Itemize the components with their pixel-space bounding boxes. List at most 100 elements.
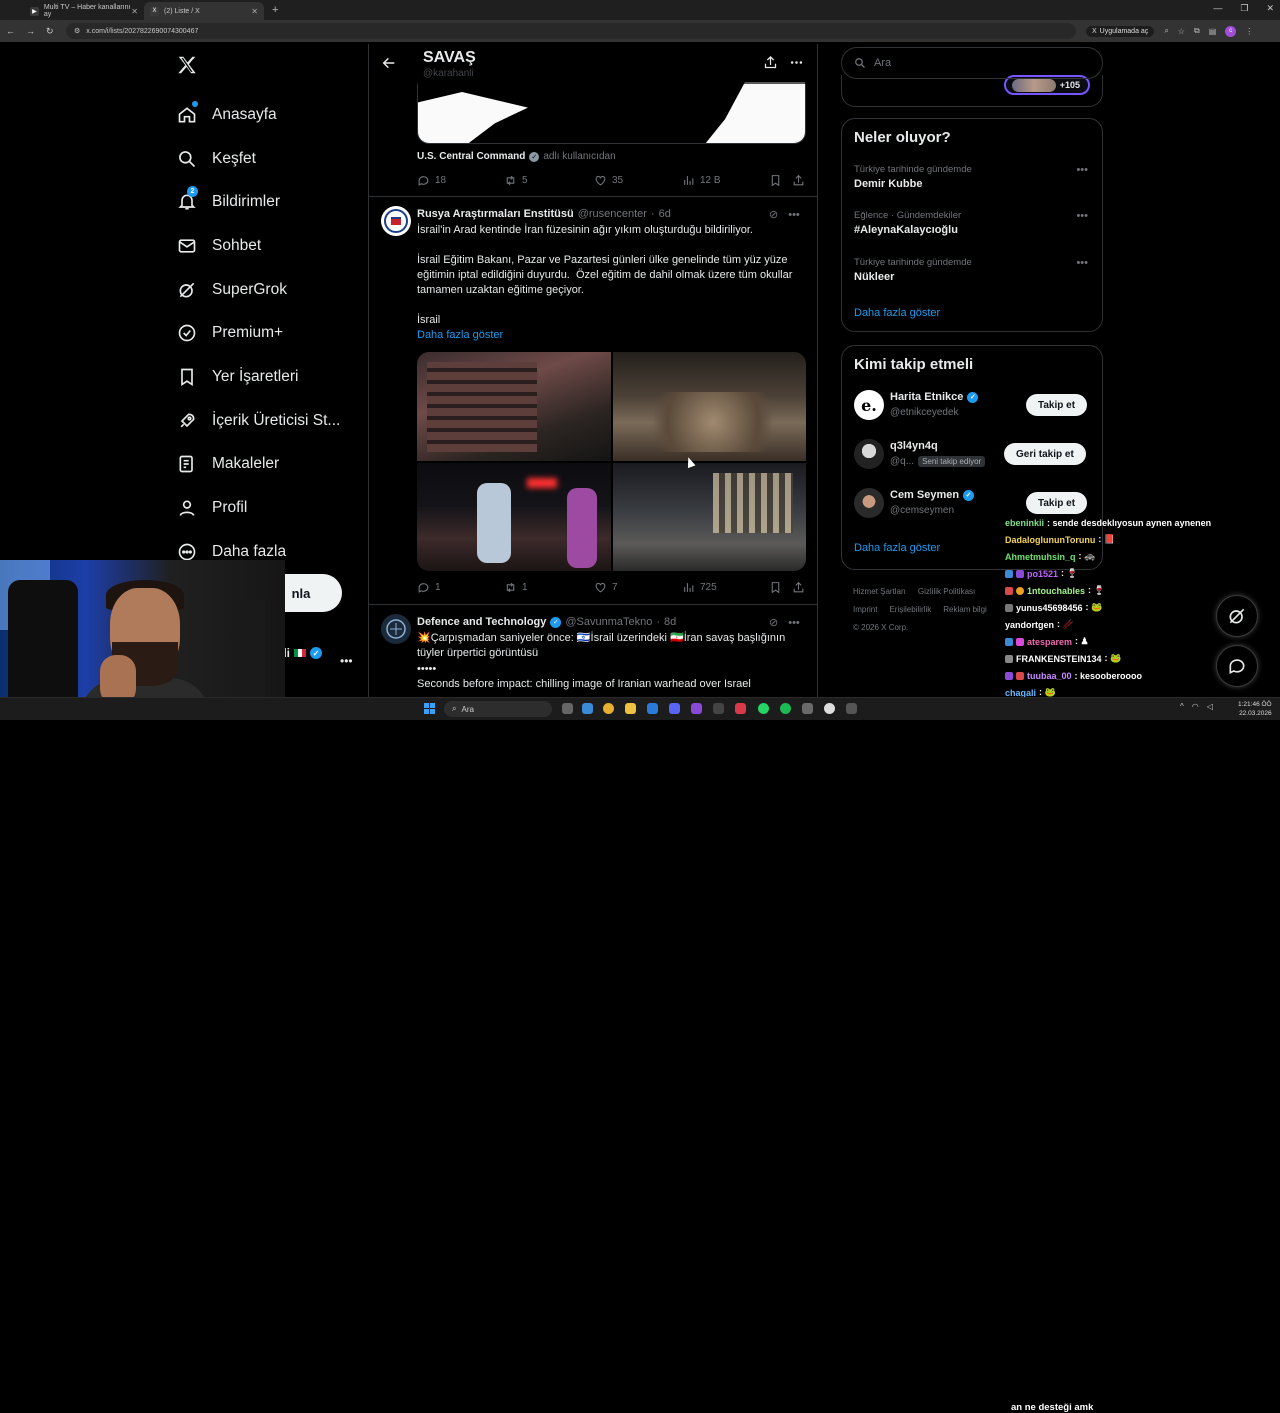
menu-icon[interactable]: ⋮ (1245, 27, 1253, 36)
spotify-icon[interactable] (780, 703, 791, 714)
zoom-icon[interactable]: ⌕ (1164, 26, 1168, 36)
show-more-link[interactable]: Daha fazla göster (417, 329, 503, 341)
author-handle[interactable]: @rusencenter (578, 208, 647, 220)
follow-suggestion[interactable]: q3l4yn4q @q... Seni takip ediyor Geri tak… (854, 437, 1094, 471)
sidebar-item-messages[interactable]: Sohbet (176, 224, 366, 268)
follow-button[interactable]: Takip et (1026, 492, 1088, 514)
more-options-icon[interactable] (789, 55, 804, 70)
reload-icon[interactable]: ↻ (46, 26, 56, 37)
discord-icon[interactable] (669, 703, 680, 714)
repost-button[interactable]: 5 (504, 174, 528, 187)
open-in-app-button[interactable]: X Uygulamada aç (1086, 25, 1155, 37)
browser-tab-multitv[interactable]: ▶ Multi TV – Haber kanallarını ay ✕ (24, 2, 144, 20)
reply-button[interactable]: 1 (417, 581, 441, 594)
trend-item[interactable]: Türkiye tarihinde gündemde Demir Kubbe •… (854, 164, 1094, 190)
sidebar-item-notifications[interactable]: 2 Bildirimler (176, 180, 366, 224)
trend-more-icon[interactable]: ••• (1076, 164, 1088, 176)
windows-start-icon[interactable] (424, 703, 435, 714)
sidebar-item-premium[interactable]: Premium+ (176, 311, 366, 355)
maximize-icon[interactable]: ❐ (1240, 3, 1248, 14)
tweet-time[interactable]: 8d (664, 616, 676, 628)
photo-medics-stretcher[interactable] (417, 462, 611, 571)
sidebar-item-home[interactable]: Anasayfa (176, 93, 366, 137)
more-options-icon[interactable]: ••• (788, 617, 800, 629)
tweet-media-image[interactable] (417, 82, 806, 144)
search-box[interactable]: Ara (841, 47, 1103, 79)
avatar[interactable] (854, 488, 884, 518)
profile-avatar[interactable]: c (1225, 25, 1237, 37)
grok-icon[interactable]: ⊘ (769, 208, 778, 221)
footer-link[interactable]: Imprint (853, 605, 877, 614)
sidebar-item-bookmarks[interactable]: Yer İşaretleri (176, 355, 366, 399)
footer-link[interactable]: Reklam bilgi (943, 605, 987, 614)
sidebar-item-creator-studio[interactable]: İçerik Üreticisi St... (176, 399, 366, 443)
who-show-more-link[interactable]: Daha fazla göster (854, 542, 940, 554)
app-icon[interactable] (691, 703, 702, 714)
footer-link[interactable]: Erişilebilirlik (889, 605, 931, 614)
avatar[interactable] (381, 206, 411, 236)
like-button[interactable]: 7 (594, 581, 618, 594)
repost-button[interactable]: 1 (504, 581, 528, 594)
volume-icon[interactable]: ◁ (1207, 702, 1213, 711)
forward-icon[interactable]: → (26, 26, 36, 36)
share-icon[interactable] (792, 581, 805, 594)
more-options-icon[interactable]: ••• (788, 209, 800, 221)
x-logo-icon[interactable] (176, 54, 198, 76)
app-icon[interactable] (802, 703, 813, 714)
app-icon[interactable] (647, 703, 658, 714)
bookmark-icon[interactable] (769, 174, 782, 187)
app-icon[interactable] (846, 703, 857, 714)
author-handle[interactable]: @SavunmaTekno (565, 616, 652, 628)
share-icon[interactable] (792, 174, 805, 187)
sidebar-item-explore[interactable]: Keşfet (176, 137, 366, 181)
file-explorer-icon[interactable] (625, 703, 636, 714)
sidebar-icon[interactable]: ▤ (1209, 27, 1217, 36)
photo-rubble-aerial[interactable] (612, 352, 806, 461)
avatar[interactable]: e. (854, 390, 884, 420)
author-name[interactable]: Rusya Araştırmaları Enstitüsü (417, 208, 574, 220)
obs-icon[interactable] (824, 703, 835, 714)
app-icon[interactable] (735, 703, 746, 714)
reply-button[interactable]: 18 (417, 174, 446, 187)
share-icon[interactable] (763, 55, 778, 70)
photo-damaged-building[interactable] (417, 352, 611, 461)
trends-show-more-link[interactable]: Daha fazla göster (854, 307, 940, 319)
follow-back-button[interactable]: Geri takip et (1004, 443, 1086, 465)
account-more-icon[interactable]: ••• (340, 654, 353, 668)
minimize-icon[interactable]: — (1213, 3, 1222, 14)
sidebar-item-articles[interactable]: Makaleler (176, 443, 366, 487)
close-window-icon[interactable]: ✕ (1266, 3, 1274, 14)
trend-item[interactable]: Eğlence · Gündemdekiler #AleynaKalaycıoğ… (854, 210, 1094, 236)
trend-item[interactable]: Türkiye tarihinde gündemde Nükleer ••• (854, 257, 1094, 283)
task-view-icon[interactable] (562, 703, 573, 714)
author-name[interactable]: Defence and Technology (417, 616, 546, 628)
chrome-icon[interactable] (603, 703, 614, 714)
footer-link[interactable]: Gizlilik Politikası (918, 587, 975, 596)
trend-more-icon[interactable]: ••• (1076, 210, 1088, 222)
back-icon[interactable]: ← (6, 26, 16, 36)
grok-icon[interactable]: ⊘ (769, 616, 778, 629)
edge-icon[interactable] (582, 703, 593, 714)
address-bar[interactable]: ⚙ x.com/i/lists/2027822690074300467 (66, 23, 1076, 39)
follow-button[interactable]: Takip et (1026, 394, 1088, 416)
taskbar-search[interactable]: ⌕ Ara (444, 701, 552, 717)
sidebar-item-supergrok[interactable]: SuperGrok (176, 268, 366, 312)
views-button[interactable]: 12 B (682, 174, 721, 187)
close-tab-icon[interactable]: ✕ (131, 7, 138, 16)
avatar[interactable] (381, 614, 411, 644)
star-icon[interactable]: ☆ (1178, 27, 1185, 36)
source-name[interactable]: U.S. Central Command (417, 151, 525, 162)
whatsapp-icon[interactable] (758, 703, 769, 714)
wifi-icon[interactable]: ◠ (1192, 702, 1199, 711)
views-button[interactable]: 725 (682, 581, 717, 594)
extensions-icon[interactable]: ⧉ (1194, 26, 1200, 36)
site-info-icon[interactable]: ⚙ (74, 27, 80, 35)
taskbar-clock[interactable]: 1:21:46 ÖÖ 22.03.2026 (1238, 700, 1272, 718)
footer-link[interactable]: Hizmet Şartları (853, 587, 906, 596)
tweet-time[interactable]: 6d (659, 208, 671, 220)
bookmark-icon[interactable] (769, 581, 782, 594)
new-tab-button[interactable]: + (272, 4, 278, 16)
sidebar-item-profile[interactable]: Profil (176, 486, 366, 530)
follow-suggestion[interactable]: e. Harita Etnikce ✓ @etnikceyedek Takip e… (854, 388, 1094, 422)
avatar[interactable] (854, 439, 884, 469)
